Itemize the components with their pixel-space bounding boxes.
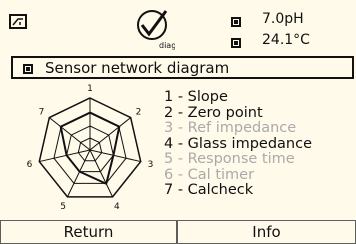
title-status-indicator	[23, 64, 33, 74]
page-title: Sensor network diagram	[45, 59, 230, 77]
temperature-reading: 24.1°C	[262, 32, 310, 48]
radar-axis-label: 4	[114, 202, 120, 212]
softkey-bar: Return Info	[0, 220, 356, 244]
legend-item-calcheck: 7 - Calcheck	[164, 182, 254, 198]
info-button[interactable]: Info	[178, 221, 355, 243]
radar-axis-label: 3	[148, 160, 154, 170]
ph-reading: 7.0pH	[262, 11, 304, 27]
radar-axis-label: 5	[60, 202, 66, 212]
sensor-legend: 1 - Slope 2 - Zero point 3 - Ref impedan…	[164, 89, 312, 199]
meter-icon	[9, 14, 27, 29]
diag-checkmark-icon: diag	[135, 6, 176, 52]
ph-status-indicator	[231, 17, 241, 27]
radar-axis-label: 2	[136, 107, 142, 117]
legend-item-glass-impedance: 4 - Glass impedance	[164, 135, 312, 152]
radar-axis-label: 7	[39, 107, 45, 117]
radar-axis-line	[89, 149, 141, 163]
radar-axis-label: 6	[27, 160, 33, 170]
page-title-bar: Sensor network diagram	[11, 56, 354, 79]
temperature-status-indicator	[231, 38, 241, 48]
radar-axis-line	[66, 149, 91, 198]
return-button[interactable]: Return	[1, 221, 176, 243]
legend-item-ref-impedance: 3 - Ref impedance	[164, 120, 297, 136]
radar-axis-line	[39, 149, 91, 163]
legend-item-cal-timer: 6 - Cal timer	[164, 166, 255, 183]
legend-item-zero-point: 2 - Zero point	[164, 104, 263, 121]
legend-item-slope: 1 - Slope	[164, 89, 228, 105]
diag-label: diag	[159, 41, 175, 50]
radar-axis-label: 1	[87, 84, 93, 94]
legend-item-response-time: 5 - Response time	[164, 151, 295, 167]
sensor-network-radar-chart: 1 2 3 4 5 6 7	[27, 84, 154, 212]
device-screen: diag 7.0pH 24.1°C Sensor network diagram…	[0, 0, 356, 244]
